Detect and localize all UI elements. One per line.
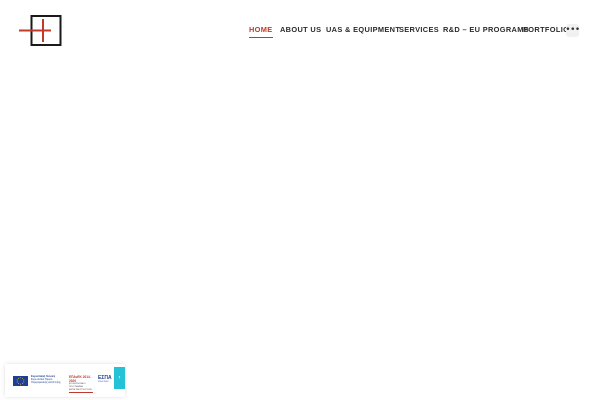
nav-item-services[interactable]: SERVICES [399, 22, 439, 42]
epanek-line-1: ΕΠΑνΕΚ 2014-2020 [69, 375, 91, 383]
cross-square-logo-icon [19, 15, 62, 46]
nav-item-rd-eu-programs[interactable]: R&D – EU PROGRAMS [443, 22, 529, 42]
chevron-right-icon: › [118, 374, 121, 381]
more-dots-icon: ••• [565, 25, 580, 35]
active-underline [249, 37, 273, 38]
nav-item-label: PORTFOLIO [523, 25, 570, 34]
nav-item-uas-equipment[interactable]: UAS & EQUIPMENT [326, 22, 400, 42]
nav-item-about-us[interactable]: ABOUT US [280, 22, 321, 42]
epanek-logo: ΕΠΑνΕΚ 2014-2020 ΕΠΙΧΕΙΡΗΣΙΑΚΟ ΠΡΟΓΡΑΜΜΑ… [69, 375, 95, 394]
eu-funding-banner[interactable]: Ευρωπαϊκή Ένωση Ευρωπαϊκό Ταμείο Περιφερ… [5, 364, 125, 397]
epanek-underline [69, 392, 93, 394]
eu-line-3: Περιφερειακής Ανάπτυξης [31, 381, 61, 385]
eu-text-block: Ευρωπαϊκή Ένωση Ευρωπαϊκό Ταμείο Περιφερ… [31, 375, 63, 385]
site-header: HOME ABOUT US UAS & EQUIPMENT SERVICES R… [0, 0, 600, 62]
eu-flag-icon [13, 376, 28, 386]
nav-item-label: UAS & EQUIPMENT [326, 25, 401, 34]
nav-item-portfolio[interactable]: PORTFOLIO [523, 22, 569, 42]
site-logo[interactable] [19, 15, 62, 46]
banner-toggle-button[interactable]: › [114, 367, 125, 389]
hero-area [0, 62, 600, 352]
more-menu-button[interactable]: ••• [565, 24, 580, 37]
nav-item-label: HOME [249, 25, 273, 34]
nav-item-label: R&D – EU PROGRAMS [443, 25, 530, 34]
epanek-line-3: ΑΝΤΑΓΩΝΙΣΤΙΚΟΤΗΤΑ [69, 388, 92, 391]
nav-item-label: SERVICES [399, 25, 440, 34]
nav-item-label: ABOUT US [280, 25, 322, 34]
nav-item-home[interactable]: HOME [249, 22, 273, 42]
